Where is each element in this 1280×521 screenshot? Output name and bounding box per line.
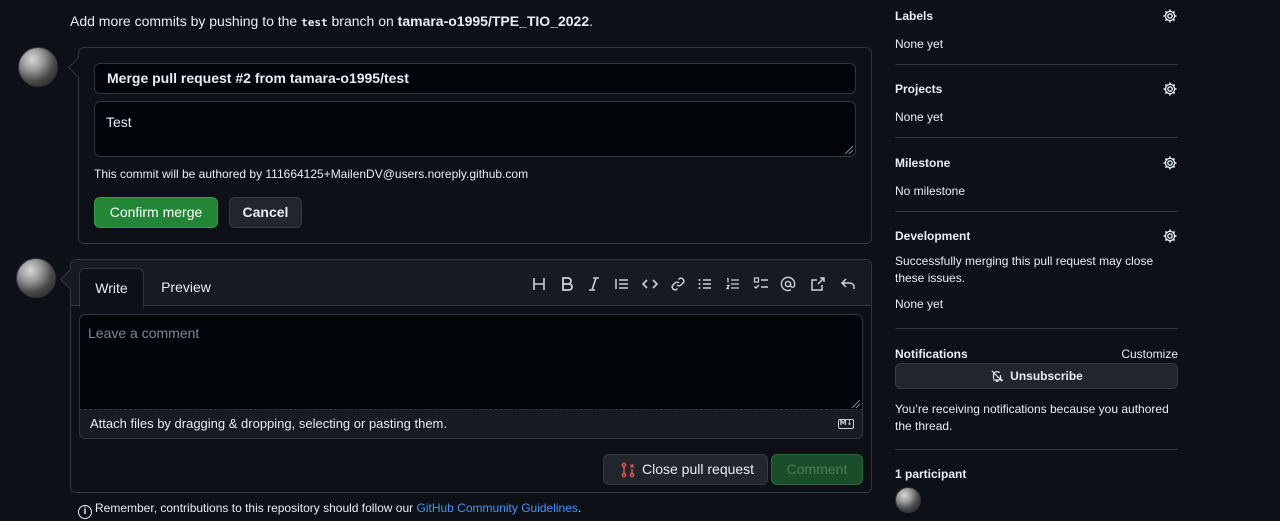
tab-write[interactable]: Write <box>79 268 144 307</box>
unordered-list-icon[interactable] <box>696 275 714 293</box>
sidebar-projects-value: None yet <box>895 110 944 124</box>
gear-icon[interactable] <box>1162 228 1178 244</box>
bold-icon[interactable] <box>558 275 576 293</box>
customize-notifications-link[interactable]: Customize <box>1121 347 1178 361</box>
notifications-note: You’re receiving notifications because y… <box>895 402 1169 433</box>
guidelines-suffix: . <box>577 501 582 515</box>
sidebar-development-description: Successfully merging this pull request m… <box>895 254 1154 285</box>
confirm-merge-button[interactable]: Confirm merge <box>94 197 218 228</box>
divider <box>895 137 1178 138</box>
push-hint-suffix: . <box>589 13 594 29</box>
quote-icon[interactable] <box>613 275 631 293</box>
info-icon: i <box>78 505 92 519</box>
heading-icon[interactable] <box>530 275 548 293</box>
sidebar-milestone-title: Milestone <box>895 156 951 170</box>
sidebar-participants-title: 1 participant <box>895 467 967 481</box>
divider <box>895 449 1178 450</box>
push-hint: Add more commits by pushing to the test … <box>70 13 593 29</box>
tab-preview[interactable]: Preview <box>151 268 221 306</box>
community-guidelines-link[interactable]: GitHub Community Guidelines <box>417 501 578 515</box>
italic-icon[interactable] <box>585 275 603 293</box>
sidebar-projects-title: Projects <box>895 82 943 96</box>
comment-header: Write Preview <box>71 260 871 307</box>
reference-icon[interactable] <box>809 275 827 293</box>
push-hint-middle: branch on <box>327 13 398 29</box>
resize-handle-icon[interactable] <box>845 146 853 154</box>
mention-icon[interactable] <box>779 275 797 293</box>
comment-button[interactable]: Comment <box>771 454 863 485</box>
sidebar-milestone-value: No milestone <box>895 184 966 198</box>
sidebar-labels-value: None yet <box>895 37 944 51</box>
divider <box>895 211 1178 212</box>
sidebar-participants: 1 participant <box>895 467 1178 513</box>
comment-placeholder: Leave a comment <box>88 325 200 341</box>
avatar[interactable] <box>18 47 58 87</box>
comment-input[interactable]: Leave a comment <box>79 314 863 410</box>
sidebar-labels-title: Labels <box>895 9 934 23</box>
branch-name: test <box>301 16 328 29</box>
push-hint-prefix: Add more commits by pushing to the <box>70 13 302 29</box>
merge-commit-form: Merge pull request #2 from tamara-o1995/… <box>78 47 872 244</box>
attach-files-bar[interactable]: Attach files by dragging & dropping, sel… <box>79 409 863 439</box>
bell-slash-icon <box>991 370 1004 382</box>
gear-icon[interactable] <box>1162 155 1178 171</box>
sidebar-development-value: None yet <box>895 297 944 311</box>
gear-icon[interactable] <box>1162 81 1178 97</box>
contribution-guidelines-note: i Remember, contributions to this reposit… <box>78 501 581 519</box>
sidebar-development: Development Successfully merging this pu… <box>895 229 1178 311</box>
cancel-button[interactable]: Cancel <box>229 197 302 228</box>
comment-form: Write Preview Leave a comment Attach fil… <box>70 259 872 493</box>
guidelines-text: Remember, contributions to this reposito… <box>95 501 417 515</box>
repo-name[interactable]: tamara-o1995/TPE_TIO_2022 <box>398 13 589 29</box>
commit-title-input[interactable]: Merge pull request #2 from tamara-o1995/… <box>94 63 856 94</box>
gear-icon[interactable] <box>1162 8 1178 24</box>
sidebar-projects: Projects None yet <box>895 82 1178 124</box>
task-list-icon[interactable] <box>752 275 770 293</box>
reply-icon[interactable] <box>839 275 857 293</box>
commit-message-text: Test <box>106 114 132 130</box>
commit-author-note: This commit will be authored by 11166412… <box>94 167 529 181</box>
attach-files-hint: Attach files by dragging & dropping, sel… <box>90 416 447 431</box>
ordered-list-icon[interactable] <box>724 275 742 293</box>
unsubscribe-label: Unsubscribe <box>1010 369 1083 383</box>
close-pull-request-label: Close pull request <box>642 461 755 477</box>
sidebar-development-title: Development <box>895 229 971 243</box>
pull-request-closed-icon <box>621 462 635 478</box>
avatar[interactable] <box>16 258 56 298</box>
link-icon[interactable] <box>669 275 687 293</box>
divider <box>895 328 1178 329</box>
sidebar-labels: Labels None yet <box>895 9 1178 51</box>
resize-handle-icon[interactable] <box>852 400 860 408</box>
sidebar-milestone: Milestone No milestone <box>895 156 1178 198</box>
markdown-icon[interactable]: M↓ <box>838 419 854 429</box>
sidebar-notifications: Notifications Customize Unsubscribe You’… <box>895 347 1178 433</box>
commit-message-input[interactable]: Test <box>94 101 856 157</box>
divider <box>895 64 1178 65</box>
participant-avatar[interactable] <box>895 487 921 513</box>
close-pull-request-button[interactable]: Close pull request <box>603 454 768 485</box>
code-icon[interactable] <box>641 275 659 293</box>
unsubscribe-button[interactable]: Unsubscribe <box>895 363 1178 389</box>
